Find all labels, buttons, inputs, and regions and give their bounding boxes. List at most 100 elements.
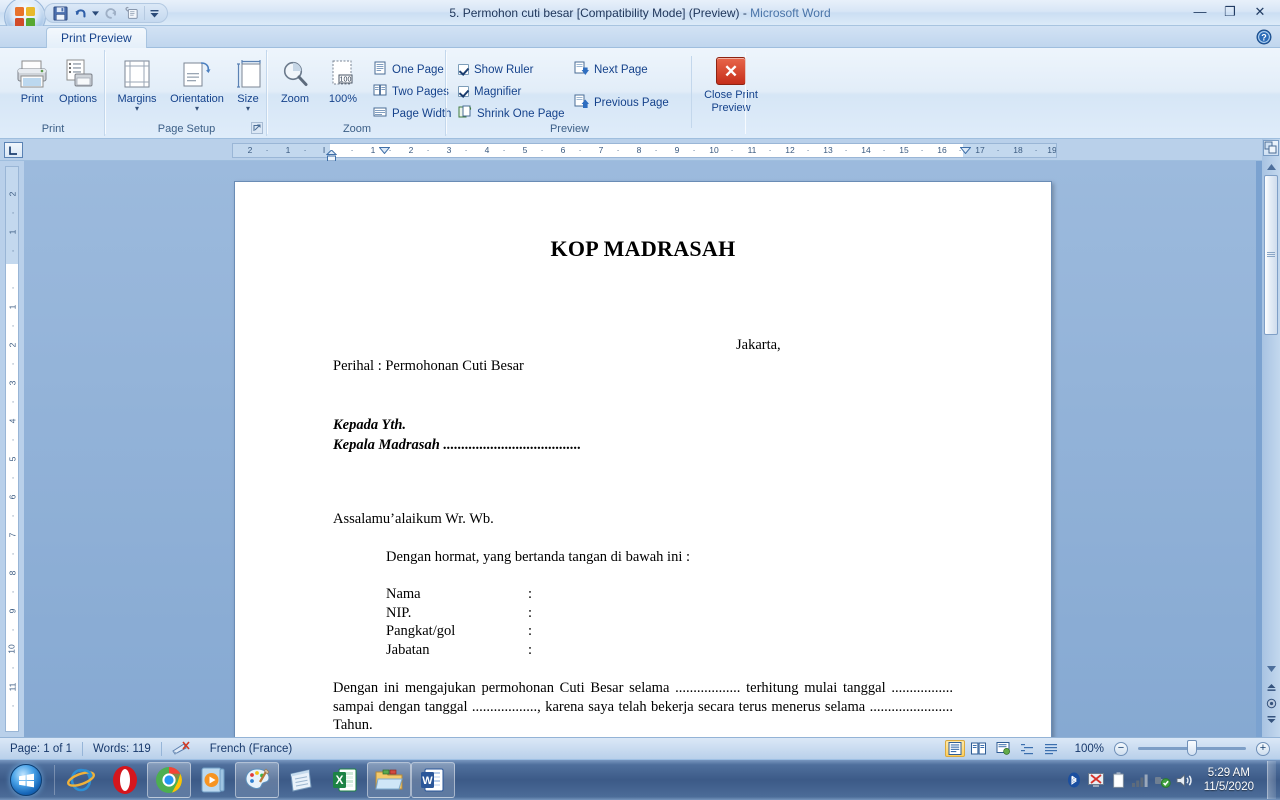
vruler-minor-tick: ·: [7, 362, 17, 366]
checkbox-indicator[interactable]: [458, 64, 469, 75]
zoom-button-label: Zoom: [280, 93, 310, 105]
taskbar-item-windows-explorer[interactable]: [367, 762, 411, 798]
window-title: 5. Permohon cuti besar [Compatibility Mo…: [0, 0, 1280, 26]
page-indicator[interactable]: Page: 1 of 1: [0, 740, 82, 758]
outline-icon[interactable]: [1017, 740, 1037, 757]
hruler-minor-tick: ·: [730, 145, 734, 155]
vruler-tick: 8: [6, 570, 17, 576]
size-button[interactable]: Size ▾: [229, 54, 267, 120]
previous-page-button[interactable]: Previous Page: [570, 92, 673, 113]
close-button[interactable]: ✕: [1246, 2, 1274, 21]
scroll-up-button[interactable]: [1264, 161, 1278, 173]
magnifier-checkbox[interactable]: Magnifier: [454, 81, 525, 102]
taskbar-item-google-chrome[interactable]: [147, 762, 191, 798]
shrink-one-page-button[interactable]: Shrink One Page: [454, 103, 569, 124]
volume-icon[interactable]: [1176, 772, 1193, 789]
print-layout-icon[interactable]: [944, 740, 965, 757]
document-page[interactable]: KOP MADRASAH Jakarta, Perihal : Permohon…: [234, 181, 1052, 751]
web-layout-icon[interactable]: [993, 740, 1013, 757]
taskbar-item-media-player[interactable]: [191, 762, 235, 798]
vertical-ruler[interactable]: 2 1 1 2 3 4 5 6 7 8 9 10 11 · · · · · · …: [5, 166, 19, 732]
save-icon[interactable]: [51, 5, 69, 22]
chevron-down-icon[interactable]: ▾: [135, 105, 139, 113]
maximize-button[interactable]: ❐: [1216, 2, 1244, 21]
margins-button[interactable]: Margins ▾: [109, 54, 165, 120]
options-button[interactable]: Options: [52, 54, 104, 120]
zoom-slider[interactable]: [1138, 740, 1246, 756]
language-indicator[interactable]: French (France): [200, 740, 302, 758]
group-title-preview: Preview: [549, 123, 590, 135]
document-subject: Perihal : Permohonan Cuti Besar: [333, 358, 524, 374]
chevron-down-icon[interactable]: [91, 5, 100, 22]
undo-icon[interactable]: [71, 5, 89, 22]
checkbox-indicator[interactable]: [458, 86, 469, 97]
field-row: Pangkat/gol :: [386, 622, 953, 641]
print-button[interactable]: Print: [6, 54, 58, 120]
draft-icon[interactable]: [1041, 740, 1061, 757]
field-label: NIP.: [386, 604, 412, 621]
one-page-button[interactable]: One Page: [369, 59, 448, 80]
select-browse-object-icon[interactable]: [1263, 140, 1279, 156]
zoom-slider-thumb[interactable]: [1187, 740, 1197, 756]
vruler-minor-tick: ·: [7, 324, 17, 328]
zoom-slider-track[interactable]: [1138, 740, 1246, 756]
close-x-icon: ✕: [716, 57, 746, 85]
dialog-launcher-icon[interactable]: [250, 121, 263, 134]
help-icon[interactable]: ?: [1256, 29, 1272, 45]
right-indent-marker[interactable]: [959, 143, 972, 157]
taskbar-item-internet-explorer[interactable]: [59, 762, 103, 798]
battery-icon[interactable]: [1110, 772, 1127, 789]
minimize-button[interactable]: —: [1186, 2, 1214, 21]
next-page-icon: [574, 61, 589, 79]
qat-divider: [144, 6, 145, 20]
vruler-tick: 2: [6, 342, 17, 348]
scroll-down-button[interactable]: [1264, 663, 1278, 675]
taskbar-item-notepad[interactable]: [279, 762, 323, 798]
redo-icon[interactable]: [102, 5, 120, 22]
document-title-text: 5. Permohon cuti besar [Compatibility Mo…: [449, 6, 740, 20]
show-desktop-button[interactable]: [1267, 761, 1276, 799]
quick-access-toolbar: [44, 3, 168, 23]
word-print-preview-window: 5. Permohon cuti besar [Compatibility Mo…: [0, 0, 1280, 800]
tab-print-preview[interactable]: Print Preview: [46, 27, 147, 48]
page-width-button[interactable]: Page Width: [369, 103, 455, 124]
zoom-100-button[interactable]: 100 100%: [319, 54, 367, 120]
zoom-out-button[interactable]: −: [1114, 741, 1128, 756]
bluetooth-icon[interactable]: [1066, 772, 1083, 789]
close-print-preview-button[interactable]: ✕ Close Print Preview: [698, 54, 764, 128]
taskbar-item-paint[interactable]: [235, 762, 279, 798]
taskbar-item-opera[interactable]: [103, 762, 147, 798]
full-screen-reading-icon[interactable]: [969, 740, 989, 757]
browse-object-nav-icon[interactable]: [1265, 697, 1277, 709]
scrollbar-thumb[interactable]: [1264, 175, 1278, 335]
chevron-down-icon[interactable]: ▾: [246, 105, 250, 113]
tab-stop-icon[interactable]: [4, 142, 23, 158]
zoom-level[interactable]: 100%: [1065, 740, 1110, 758]
taskbar-item-excel[interactable]: X: [323, 762, 367, 798]
svg-text:W: W: [422, 775, 433, 787]
network-signal-icon[interactable]: [1132, 772, 1149, 789]
previous-page-nav-icon[interactable]: [1265, 681, 1277, 693]
print-preview-icon[interactable]: [122, 5, 140, 22]
taskbar-item-microsoft-word[interactable]: W: [411, 762, 455, 798]
vruler-tick: 1: [6, 304, 17, 310]
zoom-button[interactable]: Zoom: [271, 54, 319, 120]
taskbar-clock[interactable]: 5:29 AM 11/5/2020: [1198, 766, 1262, 794]
proofing-errors-icon[interactable]: [162, 740, 200, 758]
two-pages-button[interactable]: Two Pages: [369, 81, 453, 102]
show-ruler-checkbox[interactable]: Show Ruler: [454, 59, 537, 80]
display-disconnected-icon[interactable]: [1088, 772, 1105, 789]
vertical-scrollbar[interactable]: [1262, 139, 1280, 737]
next-page-nav-icon[interactable]: [1265, 713, 1277, 725]
first-line-indent-marker[interactable]: [378, 143, 391, 157]
windows-start-icon[interactable]: [2, 761, 50, 799]
zoom-in-button[interactable]: +: [1256, 741, 1270, 756]
next-page-button[interactable]: Next Page: [570, 59, 652, 80]
chevron-down-icon[interactable]: ▾: [195, 105, 199, 113]
customize-qat-icon[interactable]: [149, 8, 160, 19]
orientation-button[interactable]: Orientation ▾: [165, 54, 229, 120]
word-count[interactable]: Words: 119: [83, 740, 161, 758]
horizontal-ruler[interactable]: 2 1 1 2 3 4 5 6 7 8 9 10 11 12 13 14 15 …: [232, 143, 1057, 158]
document-preview-area[interactable]: KOP MADRASAH Jakarta, Perihal : Permohon…: [24, 161, 1256, 751]
usb-safely-remove-icon[interactable]: [1154, 772, 1171, 789]
